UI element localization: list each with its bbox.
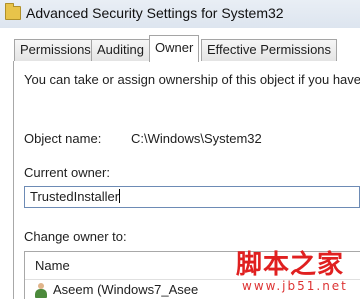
object-name-label: Object name:: [24, 131, 102, 146]
window-title: Advanced Security Settings for System32: [26, 5, 284, 21]
object-name-value: C:\Windows\System32: [131, 131, 262, 146]
tab-effective-permissions[interactable]: Effective Permissions: [201, 39, 338, 61]
tab-permissions[interactable]: Permissions: [14, 39, 97, 61]
tab-owner[interactable]: Owner: [149, 35, 200, 62]
current-owner-label: Current owner:: [24, 165, 110, 180]
folder-icon: [5, 3, 21, 20]
tab-strip: Permissions Auditing Owner Effective Per…: [0, 28, 360, 62]
user-icon: [34, 283, 48, 298]
current-owner-field[interactable]: TrustedInstaller: [24, 186, 360, 208]
text-caret: [119, 189, 121, 203]
list-item-label: Aseem (Windows7_Asee: [53, 282, 199, 297]
panel-border: [13, 61, 14, 299]
current-owner-value: TrustedInstaller: [30, 189, 120, 204]
change-owner-label: Change owner to:: [24, 229, 127, 244]
title-bar: Advanced Security Settings for System32: [0, 0, 360, 28]
tab-auditing[interactable]: Auditing: [91, 39, 150, 61]
watermark-url: www.jb51.net: [242, 279, 348, 293]
watermark: 脚本之家 www.jb51.net: [236, 244, 360, 299]
watermark-text: 脚本之家: [236, 250, 345, 280]
intro-text: You can take or assign ownership of this…: [24, 72, 360, 87]
